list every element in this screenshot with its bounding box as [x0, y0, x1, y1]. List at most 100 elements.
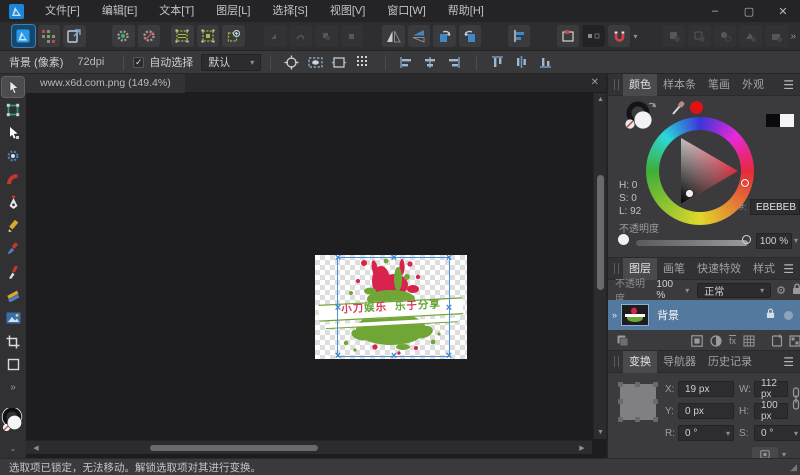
vector-brush-tool[interactable]	[2, 239, 24, 259]
tab-close-icon[interactable]: ✕	[591, 77, 599, 88]
preset-dropdown[interactable]: 默认▾	[201, 54, 261, 71]
layer-settings-gear-icon[interactable]: ⚙	[776, 284, 786, 297]
flip-vertical-button[interactable]	[408, 25, 431, 47]
show-selection-icon[interactable]	[304, 53, 326, 72]
opacity-chevron-icon[interactable]: ▾	[794, 236, 798, 245]
sl-selector-icon[interactable]	[686, 190, 693, 197]
crop-tool[interactable]	[2, 332, 24, 352]
maximize-button[interactable]: ▢	[732, 0, 766, 22]
designer-persona-button[interactable]	[12, 25, 35, 47]
snap-grid-1-button[interactable]	[171, 25, 194, 47]
panel-menu-icon[interactable]: ☰	[783, 78, 794, 92]
menu-select[interactable]: 选择[S]	[261, 0, 318, 22]
minimize-button[interactable]: –	[698, 0, 732, 22]
new-layer-icon[interactable]	[771, 334, 783, 347]
scroll-left-icon[interactable]: ◀	[29, 444, 43, 452]
layer-expand-icon[interactable]: »	[608, 310, 621, 320]
more-tools-icon[interactable]: »	[2, 378, 24, 398]
vertical-scroll-thumb[interactable]	[597, 175, 604, 290]
rasterize-icon[interactable]	[789, 335, 800, 347]
auto-select-checkbox[interactable]: ✓	[133, 57, 144, 68]
selection-handle-sw[interactable]: ×	[334, 352, 342, 360]
layer-row-background[interactable]: » 背景	[608, 300, 800, 330]
vertical-scrollbar[interactable]: ▲ ▼	[593, 93, 606, 439]
panel-grip-icon[interactable]	[614, 263, 619, 274]
panel-grip-icon[interactable]	[614, 79, 619, 90]
adjustment-layer-icon[interactable]	[710, 335, 722, 347]
h-input[interactable]: 100 px	[754, 403, 788, 419]
menu-text[interactable]: 文本[T]	[148, 0, 205, 22]
selection-handle-e[interactable]: ×	[445, 304, 453, 312]
tab-color[interactable]: 颜色	[623, 74, 657, 96]
menu-edit[interactable]: 编辑[E]	[91, 0, 148, 22]
tab-appearance[interactable]: 外观	[736, 74, 770, 96]
shear-input[interactable]: 0 °▾	[754, 425, 800, 441]
layer-lock-icon[interactable]	[792, 283, 800, 298]
horizontal-scroll-thumb[interactable]	[150, 445, 318, 451]
assets-button-3[interactable]	[714, 25, 737, 47]
layer-opacity-chevron-icon[interactable]: ▾	[685, 286, 689, 295]
artboard-tool[interactable]	[2, 100, 24, 120]
point-transform-tool[interactable]	[2, 146, 24, 166]
tab-navigator[interactable]: 导航器	[657, 351, 702, 373]
opacity-slider-handle[interactable]	[742, 235, 751, 244]
export-persona-button[interactable]	[63, 25, 86, 47]
layer-locked-icon[interactable]	[766, 308, 775, 322]
menu-window[interactable]: 窗口[W]	[376, 0, 437, 22]
hsl-triangle[interactable]	[659, 130, 741, 212]
w-input[interactable]: 112 px	[754, 381, 788, 397]
selection-box[interactable]: × × × × × × × ×	[337, 257, 450, 357]
assets-button-4[interactable]	[739, 25, 762, 47]
layer-thumbnail[interactable]	[621, 304, 649, 326]
anchor-point-selector[interactable]	[620, 384, 656, 420]
opacity-value-box[interactable]: 100 %	[756, 233, 792, 249]
snap-duplicate-button[interactable]	[222, 25, 245, 47]
gradient-tool[interactable]	[2, 285, 24, 305]
tab-swatches[interactable]: 样本条	[657, 74, 702, 96]
blend-mode-dropdown[interactable]: 正常▾	[697, 283, 771, 298]
move-tool[interactable]	[2, 77, 24, 97]
snapping-magnet-button[interactable]	[608, 25, 631, 47]
link-dimensions-icon[interactable]	[792, 387, 800, 416]
tab-quick-fx[interactable]: 快速特效	[691, 258, 747, 280]
document-viewport[interactable]: 小刀娱乐 乐于分享 × × × × × × × ×	[26, 93, 592, 439]
transform-box-icon[interactable]	[328, 53, 350, 72]
node-tool[interactable]	[2, 123, 24, 143]
opacity-min-knob[interactable]	[618, 234, 629, 245]
tab-brushes[interactable]: 画笔	[657, 258, 691, 280]
opacity-slider[interactable]	[636, 240, 748, 246]
rotate-ccw-button[interactable]	[433, 25, 456, 47]
pattern-layer-icon[interactable]	[743, 335, 755, 347]
tab-stroke[interactable]: 笔画	[702, 74, 736, 96]
selection-handle-nw[interactable]: ×	[334, 254, 342, 262]
selection-handle-se[interactable]: ×	[445, 352, 453, 360]
document-tab[interactable]: www.x6d.com.png (149.4%)	[26, 74, 185, 93]
pixel-grid-icon[interactable]	[352, 53, 374, 72]
menu-layer[interactable]: 图层[L]	[205, 0, 261, 22]
layer-name[interactable]: 背景	[657, 307, 766, 323]
flip-horizontal-button[interactable]	[382, 25, 405, 47]
hue-selector-icon[interactable]	[741, 179, 749, 187]
pen-tool[interactable]	[2, 193, 24, 213]
align-top-icon[interactable]	[486, 53, 508, 72]
align-middle-icon[interactable]	[510, 53, 532, 72]
pencil-tool[interactable]	[2, 216, 24, 236]
layer-opacity-value[interactable]: 100 %	[656, 279, 682, 301]
resize-grip-icon[interactable]: ◢	[790, 462, 797, 473]
rotation-input[interactable]: 0 °▾	[678, 425, 734, 441]
arrange-forward-button[interactable]	[290, 25, 313, 47]
toolbar-overflow-icon[interactable]: »	[791, 31, 795, 42]
corner-tool[interactable]	[2, 170, 24, 190]
assets-button-1[interactable]	[663, 25, 686, 47]
toolsbar-collapse-icon[interactable]: ⌄	[2, 438, 24, 458]
contrast-swatch-pair[interactable]	[766, 114, 794, 127]
arrange-backward-button[interactable]	[315, 25, 338, 47]
preview-toggle-button[interactable]	[582, 25, 605, 47]
align-left-icon[interactable]	[395, 53, 417, 72]
color-wheel[interactable]	[646, 117, 754, 225]
mask-layer-icon[interactable]	[691, 335, 703, 347]
panel-menu-icon[interactable]: ☰	[783, 262, 794, 276]
place-image-tool[interactable]	[2, 308, 24, 328]
align-bottom-icon[interactable]	[534, 53, 556, 72]
tab-transform[interactable]: 变换	[623, 351, 657, 373]
